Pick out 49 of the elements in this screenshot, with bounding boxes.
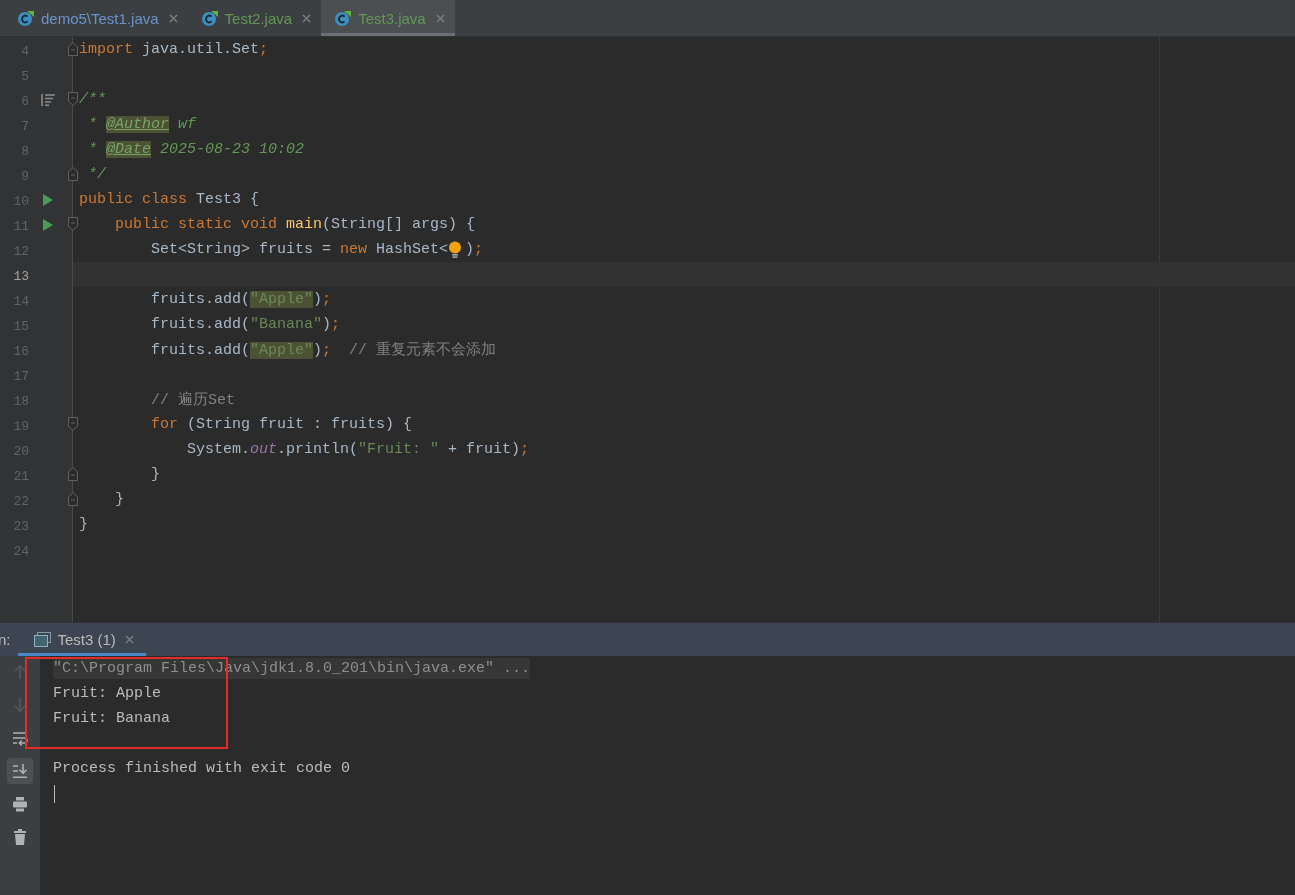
lightbulb-icon[interactable] [448, 241, 463, 258]
close-icon[interactable] [124, 635, 134, 644]
code-line: */ [88, 166, 107, 183]
code-line: // 遍历Set [151, 390, 236, 409]
editor-tab[interactable]: demo5\Test1.java [4, 0, 188, 36]
console-output-line: Fruit: Apple [53, 685, 162, 702]
code-line: * @Author wf [88, 116, 197, 133]
code-line: public class Test3 { [79, 191, 260, 208]
class-icon [334, 9, 352, 27]
class-icon [200, 9, 218, 27]
toolbar-button[interactable] [7, 758, 33, 784]
fold-marker-icon[interactable] [68, 217, 78, 231]
fold-marker-icon[interactable] [68, 92, 78, 106]
fold-marker-icon[interactable] [68, 42, 78, 56]
printer-icon[interactable] [12, 796, 28, 812]
code-line: System.out.println("Fruit: " + fruit); [187, 441, 530, 458]
code-line: * @Date 2025-08-23 10:02 [88, 141, 305, 158]
code-line: } [151, 466, 161, 483]
close-icon[interactable] [168, 13, 178, 23]
code-line: Set<String> fruits = new HashSet< [151, 241, 449, 258]
console-window-icon [33, 632, 51, 647]
code-line: public static void main(String[] args) { [115, 216, 476, 233]
wrap-lines-icon[interactable] [12, 730, 28, 746]
trash-icon[interactable] [12, 829, 28, 845]
text-lines-icon[interactable] [41, 93, 55, 106]
run-icon[interactable] [43, 218, 53, 231]
line-number: 13 [13, 268, 29, 284]
code-line: /** [79, 91, 106, 108]
close-icon[interactable] [435, 13, 445, 23]
fold-marker-icon[interactable] [68, 167, 78, 181]
scroll-to-end-icon[interactable] [12, 763, 28, 779]
fold-marker-icon[interactable] [68, 467, 78, 481]
code-line: } [79, 516, 88, 533]
code-line: } [115, 491, 125, 508]
code-line: import java.util.Set; [79, 41, 269, 58]
text-caret [54, 784, 55, 803]
class-icon [17, 9, 34, 27]
console-output-line: Process finished with exit code 0 [53, 760, 351, 777]
run-tab[interactable]: Test3 (1) [17, 623, 146, 656]
console-output-line: Fruit: Banana [53, 710, 171, 727]
code-line: ); [465, 241, 484, 258]
fold-marker-icon[interactable] [68, 417, 78, 431]
code-line: fruits.add("Banana"); [151, 316, 341, 333]
close-icon[interactable] [302, 13, 312, 23]
code-line: for (String fruit : fruits) { [151, 416, 413, 433]
editor-tab[interactable]: Test3.java [321, 0, 455, 36]
run-icon[interactable] [43, 193, 53, 206]
fold-marker-icon[interactable] [68, 492, 78, 506]
editor-tab[interactable]: Test2.java [187, 0, 322, 36]
